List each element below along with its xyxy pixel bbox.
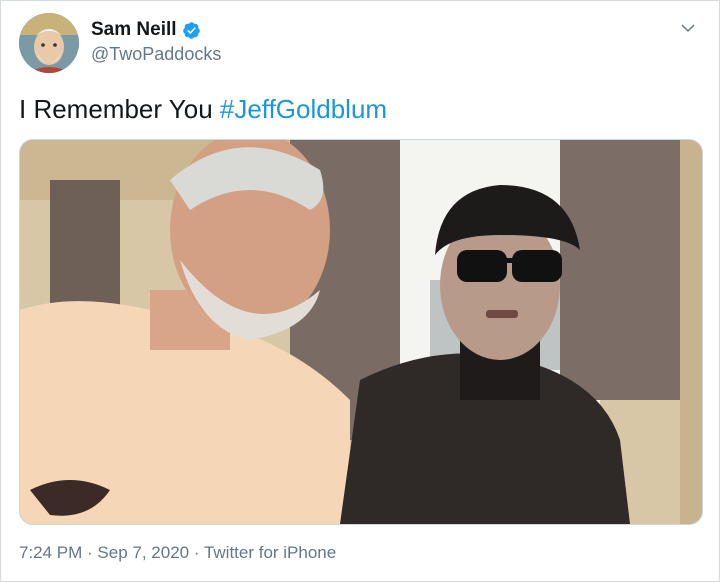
author-avatar[interactable] — [19, 13, 79, 73]
tweet-meta: 7:24 PM · Sep 7, 2020 · Twitter for iPho… — [19, 543, 336, 563]
meta-separator-2: · — [189, 543, 204, 562]
author-display-name[interactable]: Sam Neill — [91, 19, 177, 41]
author-handle[interactable]: @TwoPaddocks — [91, 44, 221, 65]
author-name-row[interactable]: Sam Neill — [91, 19, 201, 41]
hashtag-link[interactable]: #JeffGoldblum — [220, 94, 387, 124]
tweet-date[interactable]: Sep 7, 2020 — [97, 543, 189, 562]
tweet-text: I Remember You #JeffGoldblum — [19, 94, 387, 125]
tweet-media[interactable] — [19, 139, 703, 525]
tweet-source[interactable]: Twitter for iPhone — [204, 543, 336, 562]
tweet-body: I Remember You — [19, 94, 220, 124]
video-frame-icon — [20, 140, 702, 524]
tweet-time[interactable]: 7:24 PM — [19, 543, 82, 562]
verified-badge-icon — [182, 21, 200, 39]
tweet-card: Sam Neill @TwoPaddocks I Remember You #J… — [0, 0, 720, 582]
avatar-illustration-icon — [19, 13, 79, 73]
chevron-down-icon[interactable] — [679, 19, 697, 37]
meta-separator: · — [82, 543, 98, 562]
